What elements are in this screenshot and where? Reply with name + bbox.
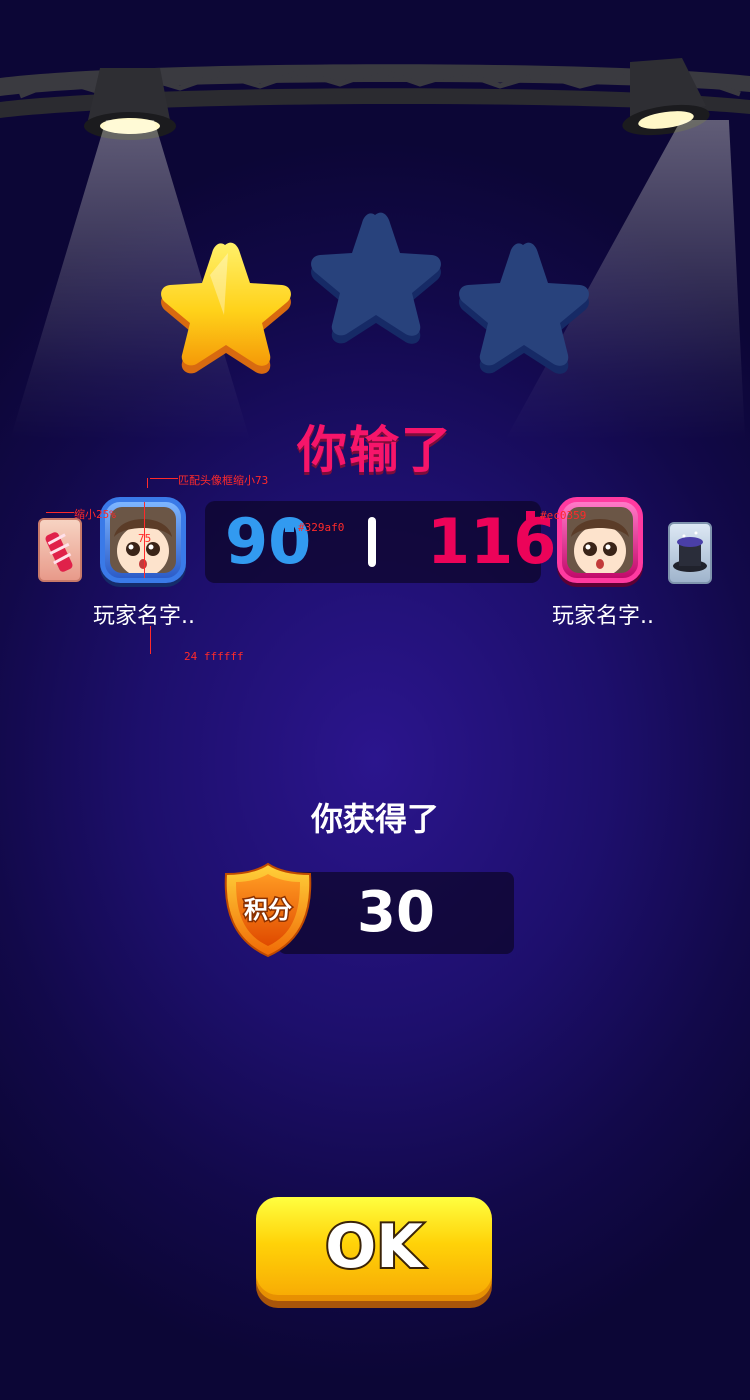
player-right-score: 116 [427,505,557,578]
star-filled-icon [161,242,291,374]
annotation-line [150,478,178,479]
star-empty-icon [459,242,589,374]
annotation-line [150,626,151,654]
magic-hat-icon[interactable] [668,522,712,584]
firecracker-icon[interactable] [38,518,82,582]
score-divider [368,517,376,567]
annotation-marker [285,523,294,532]
annotation-avatar-size: 75 [138,532,152,545]
reward-label: 你获得了 [310,800,439,838]
ok-button-label: OK [323,1210,425,1284]
annotation-avatar-frame: 匹配头像框缩小73 [178,474,269,487]
score-panel: 90 116 [205,501,556,583]
annotation-red-color: #ec0359 [540,509,587,522]
points-badge-icon: 积分 [224,862,312,958]
result-title: 你输了 [297,421,453,479]
star-empty-icon [311,212,441,344]
player-left-name: 玩家名字.. [93,604,195,629]
annotation-line [147,478,148,488]
annotation-marker [526,511,535,520]
badge-text: 积分 [244,896,292,924]
player-left-score: 90 [225,505,312,578]
annotation-blue-color: #329af0 [298,521,345,534]
star-rating [161,212,589,374]
annotation-line [46,512,74,513]
player-right-name: 玩家名字.. [552,604,654,629]
annotation-name-font: 24 ffffff [184,650,244,663]
annotation-item-scale: 缩小25% [74,508,116,521]
ok-button[interactable]: OK [256,1197,492,1301]
